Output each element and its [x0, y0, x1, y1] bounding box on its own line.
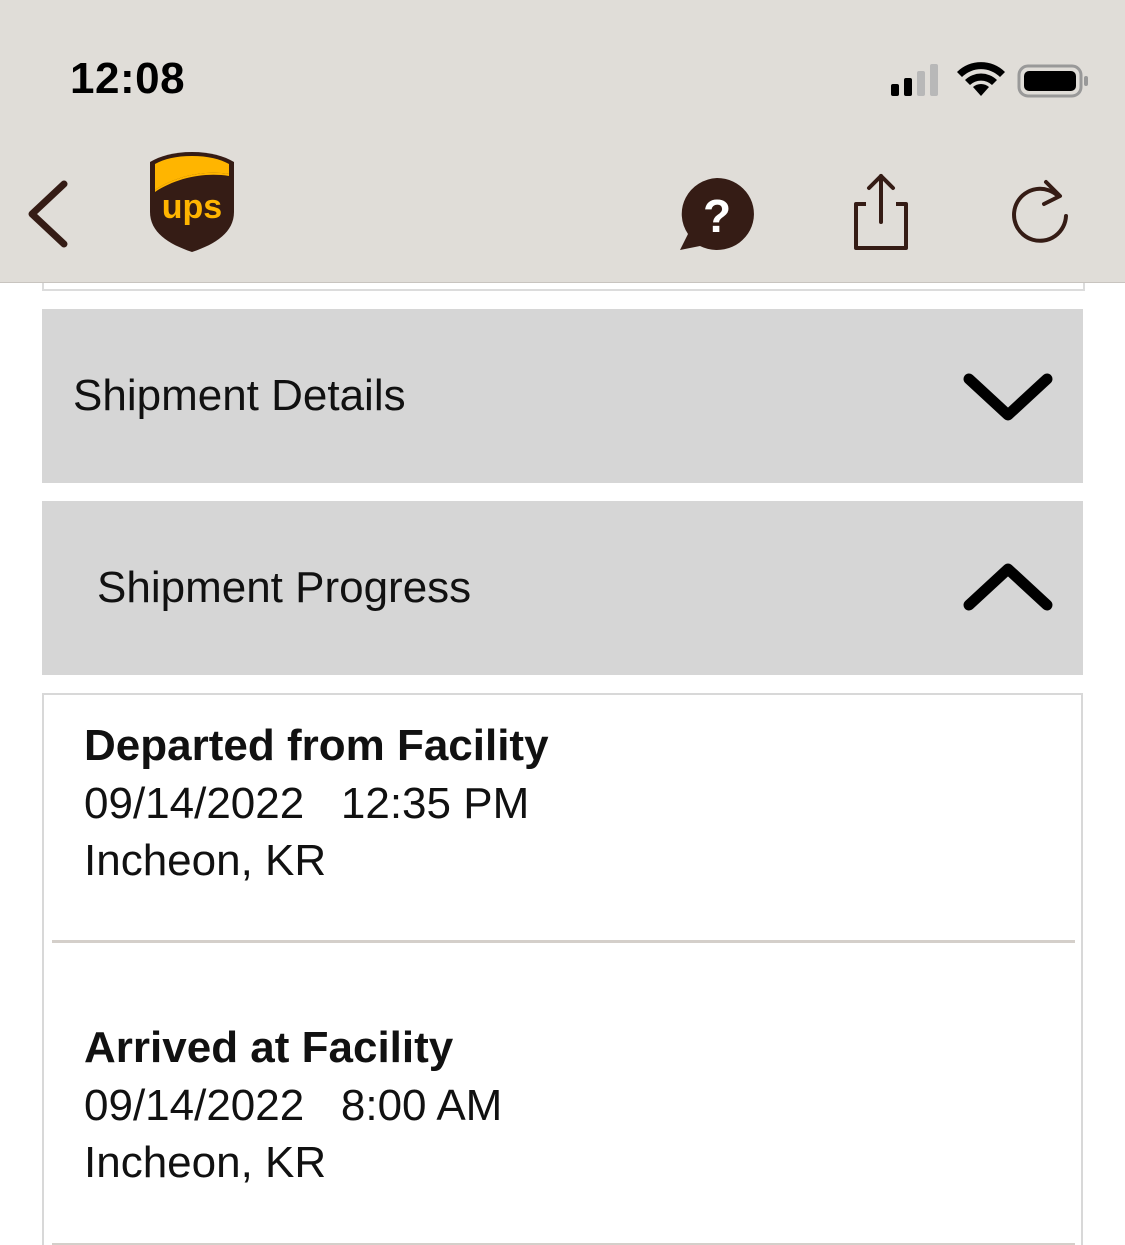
- event-location: Incheon, KR: [84, 836, 327, 885]
- event-datetime: 09/14/2022 8:00 AM: [84, 1081, 503, 1130]
- progress-event: Arrived at Facility 09/14/2022 8:00 AM I…: [44, 943, 1081, 1245]
- wifi-icon: [957, 62, 1005, 96]
- ups-logo: ups: [146, 150, 238, 254]
- progress-event: Departed from Facility 09/14/2022 12:35 …: [44, 695, 1081, 941]
- status-bar: 12:08: [0, 0, 1125, 140]
- battery-icon: [1017, 64, 1088, 98]
- shipment-progress-header[interactable]: Shipment Progress: [42, 501, 1083, 675]
- share-button[interactable]: [840, 170, 920, 256]
- event-title: Departed from Facility: [84, 721, 549, 770]
- svg-text:?: ?: [703, 190, 731, 242]
- refresh-icon: [1012, 180, 1068, 243]
- event-datetime: 09/14/2022 12:35 PM: [84, 779, 530, 828]
- shipment-progress-list: Departed from Facility 09/14/2022 12:35 …: [42, 693, 1083, 1245]
- shipment-details-header[interactable]: Shipment Details: [42, 309, 1083, 483]
- event-location: Incheon, KR: [84, 1138, 327, 1187]
- content-scroll[interactable]: Shipment Details Shipment Progress Depar…: [0, 283, 1125, 1245]
- event-title: Arrived at Facility: [84, 1023, 454, 1072]
- chevron-down-icon: [963, 373, 1053, 421]
- status-time: 12:08: [70, 54, 186, 103]
- previous-card: [42, 283, 1085, 291]
- back-chevron-icon: [28, 180, 68, 248]
- shipment-details-title: Shipment Details: [73, 371, 406, 420]
- ups-logo-text: ups: [162, 188, 222, 226]
- chevron-up-icon: [963, 563, 1053, 611]
- refresh-button[interactable]: [1000, 174, 1080, 254]
- back-button[interactable]: [20, 178, 80, 250]
- status-icons: [891, 62, 1091, 102]
- cellular-signal-icon: [891, 64, 938, 96]
- share-icon: [854, 174, 908, 250]
- shipment-progress-title: Shipment Progress: [97, 563, 472, 612]
- help-button[interactable]: ?: [676, 174, 758, 256]
- nav-bar: ups ?: [0, 140, 1125, 283]
- help-chat-icon: ?: [680, 178, 754, 250]
